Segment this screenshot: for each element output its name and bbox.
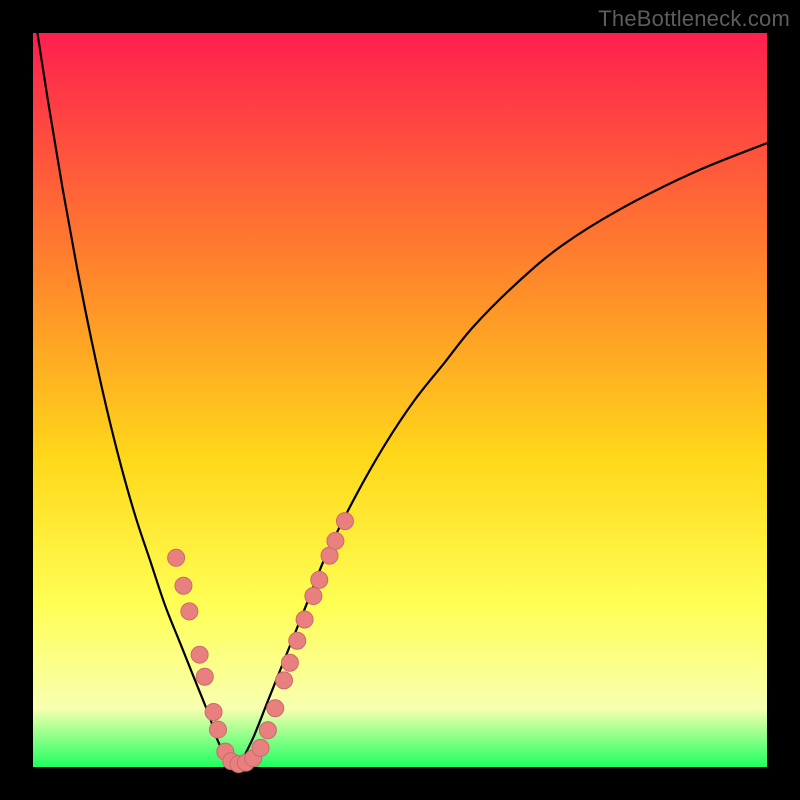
data-dot [181,603,198,620]
data-dot [191,646,208,663]
data-dot [252,739,269,756]
data-dot [259,722,276,739]
watermark-text: TheBottleneck.com [598,6,790,32]
data-dot [196,668,213,685]
right-curve [239,143,767,767]
data-dot [289,632,306,649]
chart-svg [33,33,767,767]
data-dot [311,571,328,588]
data-dot [267,700,284,717]
data-dot [281,654,298,671]
data-dot [205,703,222,720]
data-dot [336,513,353,530]
data-dot [305,587,322,604]
chart-frame: TheBottleneck.com [0,0,800,800]
data-dot [276,672,293,689]
data-dot [296,611,313,628]
data-dot [209,721,226,738]
data-dot [175,577,192,594]
data-dot [327,532,344,549]
data-dot [168,549,185,566]
